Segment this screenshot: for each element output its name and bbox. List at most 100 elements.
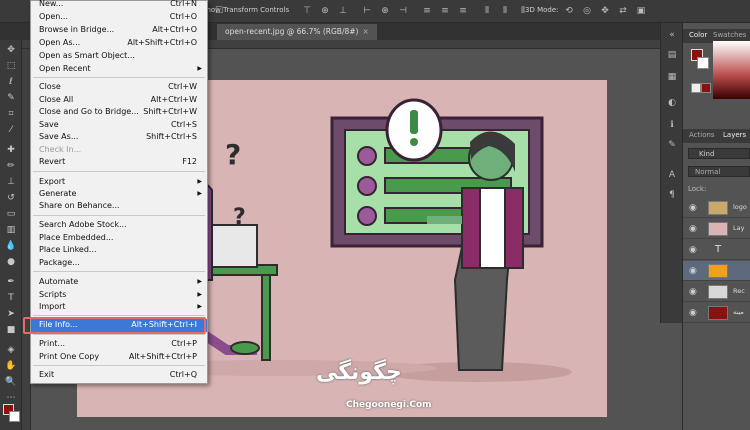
menu-item-automate[interactable]: Automate ▶ (31, 276, 207, 289)
shape-tool-icon[interactable]: ■ (4, 324, 18, 336)
history-brush-tool-icon[interactable]: ↺ (4, 192, 18, 204)
character-icon[interactable]: A (666, 169, 678, 181)
menu-item-open-recent[interactable]: Open Recent ▶ (31, 63, 207, 76)
align-top-icon[interactable]: ⊤ (300, 5, 314, 17)
crop-tool-icon[interactable]: ⌗ (4, 108, 18, 120)
eyedropper-tool-icon[interactable]: ⁄ (4, 124, 18, 136)
eye-icon[interactable]: ◉ (689, 308, 697, 318)
eraser-tool-icon[interactable]: ▭ (4, 208, 18, 220)
tab-color[interactable]: Color (689, 31, 707, 39)
lasso-tool-icon[interactable]: ℓ (4, 76, 18, 88)
align-right-icon[interactable]: ⊣ (396, 5, 410, 17)
menu-item-generate[interactable]: Generate ▶ (31, 188, 207, 201)
menu-item-new[interactable]: New... Ctrl+N (31, 0, 207, 11)
zoom-tool-icon[interactable]: 🔍 (4, 376, 18, 388)
tab-actions[interactable]: Actions (689, 131, 715, 139)
document-tab[interactable]: open-recent.jpg @ 66.7% (RGB/8#) × (217, 24, 377, 40)
move-tool-icon[interactable]: ✥ (4, 44, 18, 56)
distribute-vcenter-icon[interactable]: ≡ (438, 5, 452, 17)
collapse-icon[interactable]: « (666, 29, 678, 41)
eye-icon[interactable]: ◉ (689, 245, 697, 255)
pen-tool-icon[interactable]: ✒ (4, 276, 18, 288)
quick-select-tool-icon[interactable]: ✎ (4, 92, 18, 104)
blend-mode-select[interactable]: Normal (688, 166, 750, 177)
distribute-hcenter-icon[interactable]: ⫴ (498, 5, 512, 17)
dodge-tool-icon[interactable]: ● (4, 256, 18, 268)
menu-item-search-stock[interactable]: Search Adobe Stock... (31, 219, 207, 232)
menu-item-close[interactable]: Close Ctrl+W (31, 81, 207, 94)
layer-row[interactable]: ◉ Lay (683, 219, 750, 239)
3d-pan-icon[interactable]: ✥ (598, 5, 612, 17)
eye-icon[interactable]: ◉ (689, 266, 697, 276)
distribute-left-icon[interactable]: ⫴ (480, 5, 494, 17)
align-vcenter-icon[interactable]: ⊕ (318, 5, 332, 17)
distribute-bottom-icon[interactable]: ≡ (456, 5, 470, 17)
layer-row[interactable]: ◉ logo (683, 198, 750, 218)
menu-item-label: Exit (39, 370, 55, 379)
clone-stamp-tool-icon[interactable]: ⊥ (4, 176, 18, 188)
3d-rotate-icon[interactable]: ⟲ (562, 5, 576, 17)
align-bottom-icon[interactable]: ⊥ (336, 5, 350, 17)
menu-item-save-as[interactable]: Save As... Shift+Ctrl+S (31, 131, 207, 144)
eye-icon[interactable]: ◉ (689, 287, 697, 297)
brush-presets-icon[interactable]: ✎ (666, 139, 678, 151)
menu-item-place-embedded[interactable]: Place Embedded... (31, 232, 207, 245)
3d-scale-icon[interactable]: ▣ (634, 5, 648, 17)
menu-item-open[interactable]: Open... Ctrl+O (31, 11, 207, 24)
history-icon[interactable]: ▤ (666, 49, 678, 61)
color-sample-red[interactable] (701, 83, 711, 93)
distribute-top-icon[interactable]: ≡ (420, 5, 434, 17)
healing-tool-icon[interactable]: ✚ (4, 144, 18, 156)
gradient-tool-icon[interactable]: ▥ (4, 224, 18, 236)
layer-row[interactable]: ◉ Rec (683, 282, 750, 302)
marquee-tool-icon[interactable]: ⬚ (4, 60, 18, 72)
blur-tool-icon[interactable]: 💧 (4, 240, 18, 252)
layer-name: Lay (733, 224, 745, 232)
hand-tool-icon[interactable]: ✋ (4, 360, 18, 372)
menu-item-import[interactable]: Import ▶ (31, 301, 207, 314)
panel-background-swatch[interactable] (697, 57, 709, 69)
properties-icon[interactable]: ▦ (666, 71, 678, 83)
paragraph-icon[interactable]: ¶ (666, 189, 678, 201)
menu-item-revert[interactable]: Revert F12 (31, 156, 207, 169)
type-tool-icon[interactable]: T (4, 292, 18, 304)
eye-icon[interactable]: ◉ (689, 203, 697, 213)
layer-row[interactable]: ◉ T (683, 240, 750, 260)
menu-item-close-all[interactable]: Close All Alt+Ctrl+W (31, 94, 207, 107)
3d-slide-icon[interactable]: ⇄ (616, 5, 630, 17)
color-field[interactable] (713, 41, 750, 99)
layer-kind-filter[interactable]: Kind (688, 148, 750, 159)
menu-item-print-one-copy[interactable]: Print One Copy Alt+Shift+Ctrl+P (31, 351, 207, 364)
menu-item-exit[interactable]: Exit Ctrl+Q (31, 369, 207, 382)
menu-item-export[interactable]: Export ▶ (31, 176, 207, 189)
menu-item-open-smart-object[interactable]: Open as Smart Object... (31, 50, 207, 63)
menu-separator (33, 77, 205, 78)
menu-item-print[interactable]: Print... Ctrl+P (31, 338, 207, 351)
info-icon[interactable]: ℹ (666, 119, 678, 131)
layer-row[interactable]: ◉ مینه (683, 303, 750, 323)
menu-item-place-linked[interactable]: Place Linked... (31, 244, 207, 257)
menu-item-browse-in-bridge[interactable]: Browse in Bridge... Alt+Ctrl+O (31, 24, 207, 37)
close-icon[interactable]: × (362, 27, 368, 36)
background-color-swatch[interactable] (9, 411, 20, 422)
edit-toolbar-icon[interactable]: ⋯ (4, 392, 18, 404)
menu-item-save[interactable]: Save Ctrl+S (31, 119, 207, 132)
color-sample-white[interactable] (691, 83, 701, 93)
eye-icon[interactable]: ◉ (689, 224, 697, 234)
menu-item-share-behance[interactable]: Share on Behance... (31, 200, 207, 213)
tab-layers[interactable]: Layers (723, 131, 746, 139)
align-left-icon[interactable]: ⊢ (360, 5, 374, 17)
menu-item-open-as[interactable]: Open As... Alt+Shift+Ctrl+O (31, 37, 207, 50)
align-hcenter-icon[interactable]: ⊕ (378, 5, 392, 17)
layer-row-selected[interactable]: ◉ (683, 261, 750, 281)
tab-swatches[interactable]: Swatches (713, 31, 746, 39)
brush-tool-icon[interactable]: ✏ (4, 160, 18, 172)
menu-item-close-go-bridge[interactable]: Close and Go to Bridge... Shift+Ctrl+W (31, 106, 207, 119)
3d-tool-icon[interactable]: ◈ (4, 344, 18, 356)
3d-roll-icon[interactable]: ◎ (580, 5, 594, 17)
adjustments-icon[interactable]: ◐ (666, 97, 678, 109)
menu-item-package[interactable]: Package... (31, 257, 207, 270)
menu-item-scripts[interactable]: Scripts ▶ (31, 289, 207, 302)
path-selection-tool-icon[interactable]: ➤ (4, 308, 18, 320)
menu-shortcut: Shift+Ctrl+S (146, 132, 197, 141)
